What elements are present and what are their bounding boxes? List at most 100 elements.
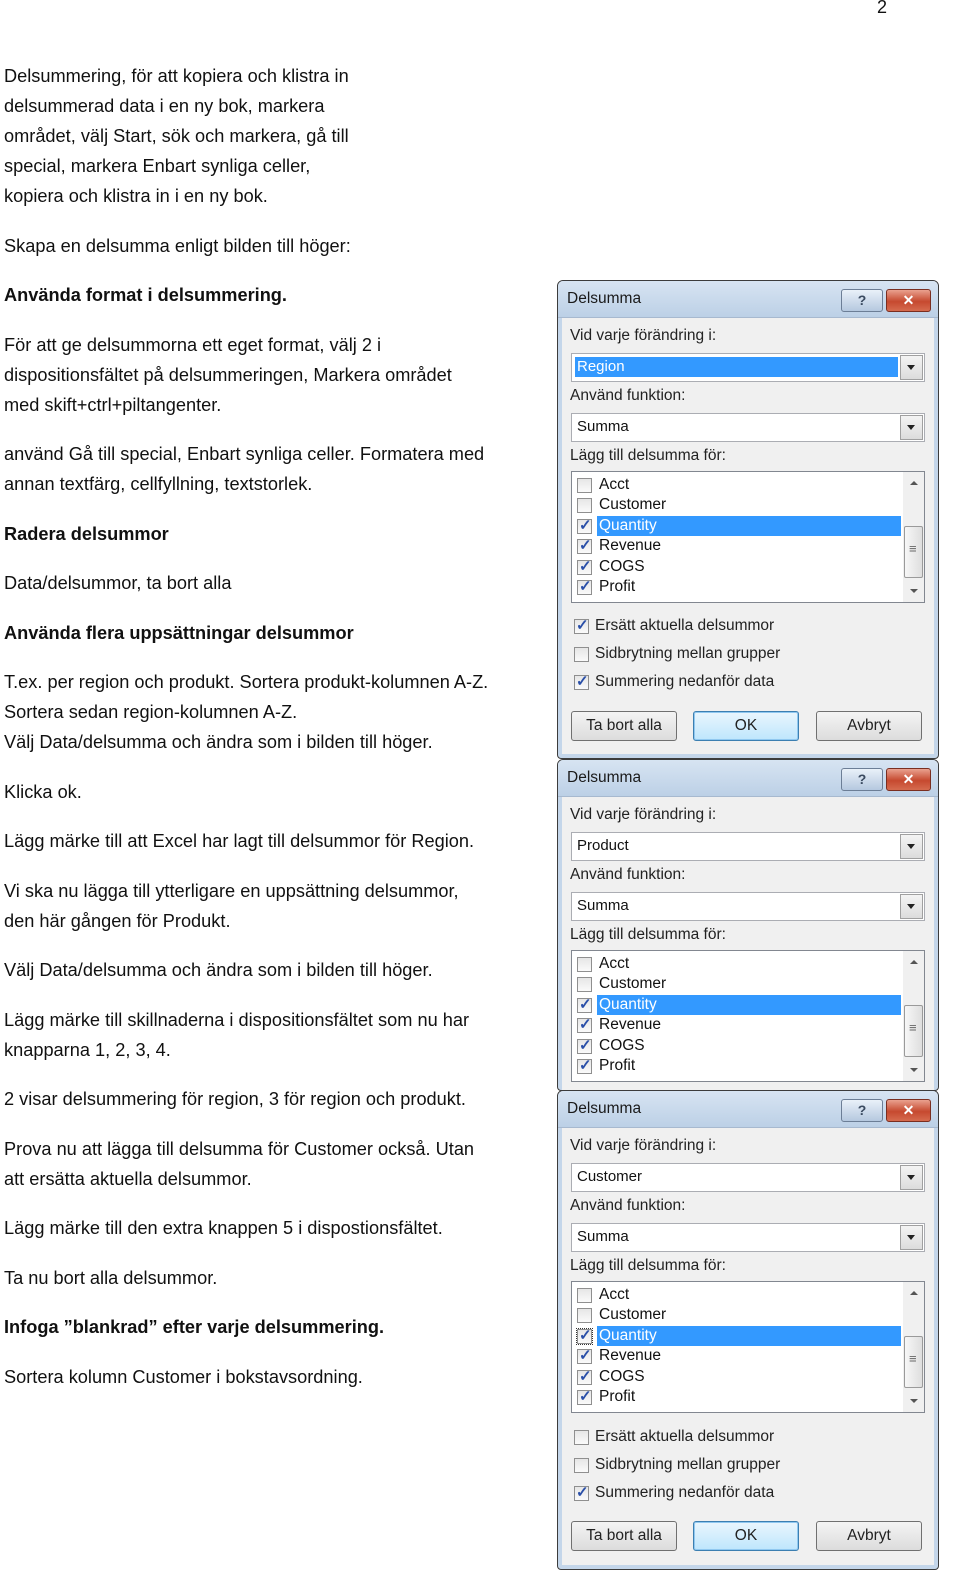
list-item-label: COGS — [599, 1367, 645, 1385]
close-icon: ✕ — [902, 292, 915, 308]
checkbox-icon[interactable] — [577, 995, 592, 1013]
function-dropdown[interactable]: Summa — [571, 892, 925, 921]
subtotal-fields-list[interactable]: Acct CustomerQuantityRevenue COGS Profit — [571, 1281, 925, 1413]
cancel-button[interactable]: Avbryt — [816, 711, 922, 741]
list-item-profit[interactable]: Profit — [575, 1056, 901, 1076]
checkbox-icon[interactable] — [576, 1326, 593, 1345]
help-button[interactable]: ? — [841, 768, 883, 791]
checkbox-icon[interactable] — [574, 1483, 589, 1501]
paragraph: Vi ska nu lägga till ytterligare en upps… — [4, 876, 549, 936]
list-item-revenue[interactable]: Revenue — [575, 1015, 901, 1035]
list-item-revenue[interactable]: Revenue — [575, 536, 901, 556]
checkbox-icon[interactable] — [577, 977, 592, 993]
checkbox-icon[interactable] — [574, 1430, 589, 1445]
change-label: Vid varje förändring i: — [570, 327, 717, 344]
checkbox-icon[interactable] — [577, 957, 592, 972]
checkbox-icon[interactable] — [577, 557, 592, 575]
list-item-label: Profit — [599, 1057, 636, 1074]
list-item-label: Acct — [599, 1286, 630, 1303]
list-item-customer[interactable]: Customer — [575, 1305, 901, 1325]
list-item-acct[interactable]: Acct — [575, 475, 901, 495]
change-field-dropdown[interactable]: Region — [571, 353, 925, 382]
change-field-dropdown[interactable]: Customer — [571, 1163, 925, 1192]
list-scrollbar[interactable] — [903, 951, 924, 1081]
list-item-quantity[interactable]: Quantity — [575, 1325, 901, 1346]
dialog-titlebar[interactable]: Delsumma ? ✕ — [558, 760, 938, 797]
list-item-revenue[interactable]: Revenue — [575, 1346, 901, 1366]
text-line: den här gången för Produkt. — [4, 910, 231, 931]
checkbox-icon[interactable] — [577, 1346, 592, 1365]
scroll-up-icon[interactable] — [903, 474, 924, 492]
close-button[interactable]: ✕ — [886, 289, 931, 312]
checkbox-icon[interactable] — [577, 498, 592, 514]
cancel-button[interactable]: Avbryt — [816, 1521, 922, 1551]
checkbox-icon[interactable] — [574, 672, 589, 690]
dialog-titlebar[interactable]: Delsumma ? ✕ — [558, 281, 938, 318]
checkbox-icon[interactable] — [574, 616, 589, 634]
paragraph: T.ex. per region och produkt. Sortera pr… — [4, 667, 549, 757]
checkbox-icon[interactable] — [577, 1288, 592, 1303]
text-line: kopiera och klistra in i en ny bok. — [4, 186, 268, 206]
list-item-cogs[interactable]: COGS — [575, 557, 901, 577]
scroll-down-icon[interactable] — [903, 1061, 924, 1079]
list-item-customer[interactable]: Customer — [575, 495, 901, 515]
dropdown-arrow-icon[interactable] — [900, 355, 923, 380]
list-item-quantity[interactable]: Quantity — [575, 994, 901, 1015]
list-item-profit[interactable]: Profit — [575, 1387, 901, 1407]
change-field-dropdown[interactable]: Product — [571, 832, 925, 861]
scroll-down-icon[interactable] — [903, 1392, 924, 1410]
scroll-thumb[interactable] — [904, 526, 923, 578]
checkbox-icon[interactable] — [577, 516, 592, 534]
remove-all-button[interactable]: Ta bort alla — [571, 1521, 677, 1551]
dialog-titlebar[interactable]: Delsumma ? ✕ — [558, 1091, 938, 1128]
close-button[interactable]: ✕ — [886, 1099, 931, 1122]
scroll-up-icon[interactable] — [903, 1284, 924, 1302]
checkbox-icon[interactable] — [577, 536, 592, 555]
dropdown-arrow-icon[interactable] — [900, 834, 923, 859]
ok-button[interactable]: OK — [693, 1521, 799, 1551]
list-item-cogs[interactable]: COGS — [575, 1367, 901, 1387]
list-scrollbar[interactable] — [903, 472, 924, 602]
scroll-thumb[interactable] — [904, 1005, 923, 1057]
subtotal-fields-list[interactable]: Acct CustomerQuantityRevenue COGS Profit — [571, 471, 925, 603]
dropdown-arrow-icon[interactable] — [900, 894, 923, 919]
text-line: Sortera sedan region-kolumnen A-Z. — [4, 702, 298, 722]
checkbox-icon[interactable] — [577, 1387, 592, 1405]
text-line: att ersätta aktuella delsummor. — [4, 1168, 252, 1189]
ok-button[interactable]: OK — [693, 711, 799, 741]
close-button[interactable]: ✕ — [886, 768, 931, 791]
subtotal-dialog-customer: Delsumma ? ✕ Vid varje förändring i: Cus… — [557, 1090, 939, 1570]
text-line: Prova nu att lägga till delsumma för Cus… — [4, 1138, 475, 1159]
scroll-up-icon[interactable] — [903, 953, 924, 971]
checkbox-icon[interactable] — [577, 1056, 592, 1074]
list-item-label: Quantity — [597, 994, 901, 1015]
list-item-profit[interactable]: Profit — [575, 577, 901, 597]
dropdown-arrow-icon[interactable] — [900, 1165, 923, 1190]
scroll-down-icon[interactable] — [903, 582, 924, 600]
checkbox-icon[interactable] — [577, 1036, 592, 1054]
checkbox-icon[interactable] — [574, 647, 589, 662]
help-button[interactable]: ? — [841, 289, 883, 312]
list-item-quantity[interactable]: Quantity — [575, 515, 901, 536]
list-scrollbar[interactable] — [903, 1282, 924, 1412]
checkbox-icon[interactable] — [577, 1367, 592, 1385]
subtotal-fields-list[interactable]: Acct CustomerQuantityRevenue COGS Profit — [571, 950, 925, 1082]
scroll-thumb[interactable] — [904, 1336, 923, 1388]
function-dropdown[interactable]: Summa — [571, 1223, 925, 1252]
text-line: special, markera Enbart synliga celler, — [4, 156, 311, 176]
list-item-acct[interactable]: Acct — [575, 954, 901, 974]
list-item-customer[interactable]: Customer — [575, 974, 901, 994]
checkbox-icon[interactable] — [577, 1308, 592, 1324]
page-break-label: Sidbrytning mellan grupper — [595, 645, 781, 662]
list-item-cogs[interactable]: COGS — [575, 1036, 901, 1056]
checkbox-icon[interactable] — [574, 1458, 589, 1473]
list-item-acct[interactable]: Acct — [575, 1285, 901, 1305]
remove-all-button[interactable]: Ta bort alla — [571, 711, 677, 741]
help-button[interactable]: ? — [841, 1099, 883, 1122]
function-dropdown[interactable]: Summa — [571, 413, 925, 442]
checkbox-icon[interactable] — [577, 1015, 592, 1034]
checkbox-icon[interactable] — [577, 577, 592, 595]
checkbox-icon[interactable] — [577, 478, 592, 493]
dropdown-arrow-icon[interactable] — [900, 415, 923, 440]
dropdown-arrow-icon[interactable] — [900, 1225, 923, 1250]
